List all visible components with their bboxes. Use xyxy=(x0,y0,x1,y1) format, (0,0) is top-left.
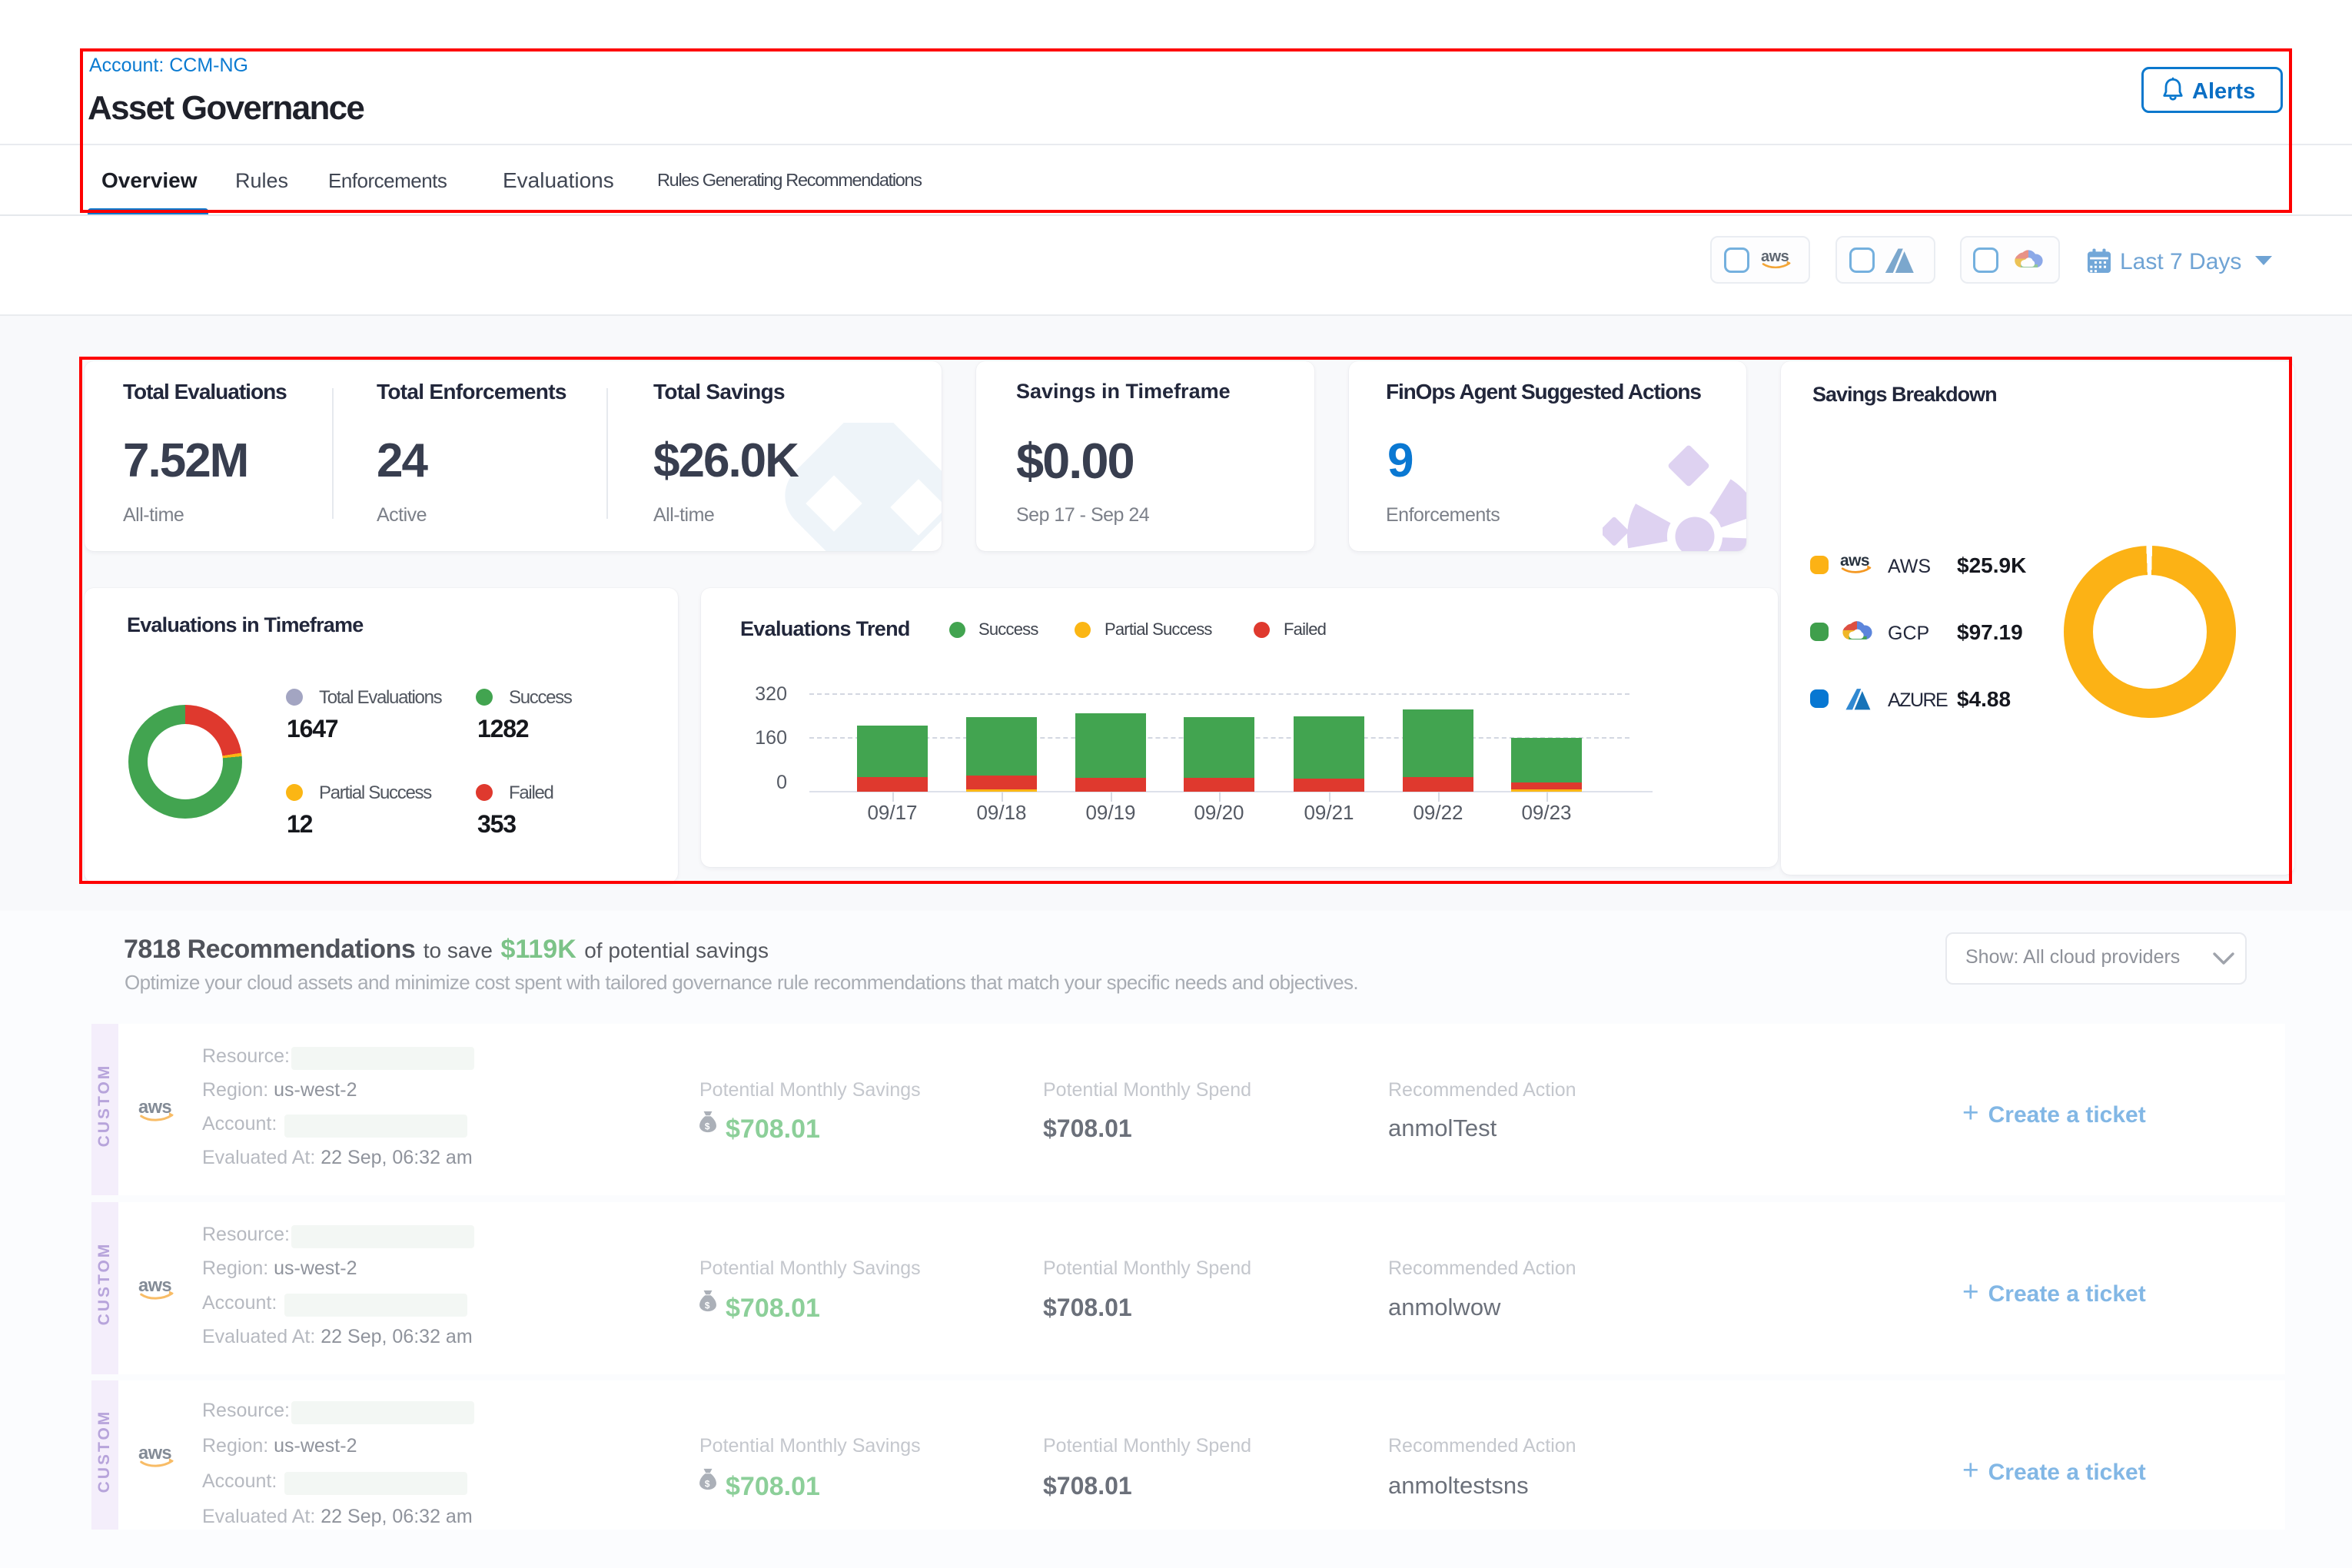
svg-text:aws: aws xyxy=(138,1443,171,1463)
svg-text:aws: aws xyxy=(138,1275,171,1296)
svg-text:aws: aws xyxy=(1761,248,1789,265)
svg-text:$: $ xyxy=(705,1121,710,1132)
svg-text:aws: aws xyxy=(138,1097,171,1118)
svg-text:$: $ xyxy=(705,1301,710,1311)
svg-text:$: $ xyxy=(705,1479,710,1490)
